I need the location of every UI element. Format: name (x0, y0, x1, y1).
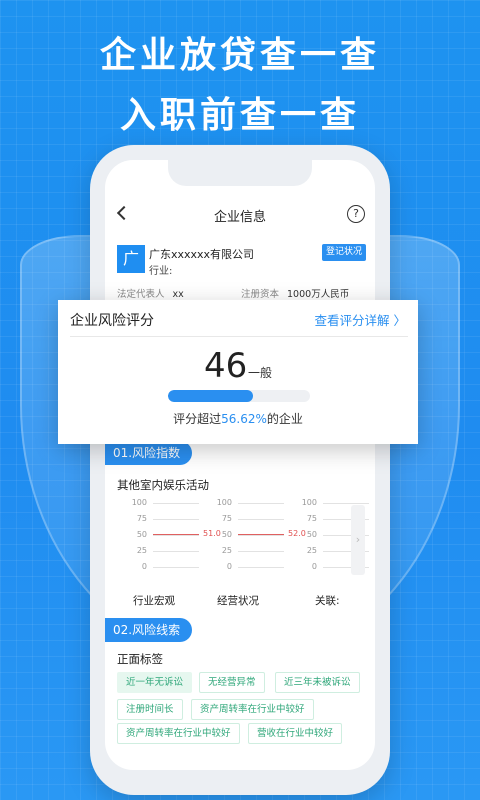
axis-tick-label: 0 (141, 562, 147, 571)
axis-tick-label: 100 (131, 498, 147, 507)
risk-card-title: 企业风险评分 (70, 313, 154, 329)
industry-label: 行业: (149, 266, 173, 277)
gridline (153, 567, 199, 568)
capital-value: 1000万人民币 (287, 289, 350, 300)
mini-chart: 100 75 50 25 0 52.0 (210, 497, 306, 587)
gridline (238, 567, 284, 568)
axis-tick-label: 50 (306, 530, 317, 539)
phone-screen: 企业信息 ? 广 广东xxxxxx有限公司 行业: 登记状况 法定代表人 xx 注… (105, 160, 375, 770)
score-details-link[interactable]: 查看评分详解 〉 (315, 310, 406, 329)
gridline (238, 519, 284, 520)
gridline (153, 503, 199, 504)
risk-index-section-tag: 01.风险指数 (105, 441, 193, 465)
nav-bar: 企业信息 ? (105, 200, 375, 230)
legal-rep-value: xx (172, 289, 184, 300)
positive-tags-subtitle: 正面标签 (117, 652, 163, 666)
axis-tick-label: 100 (301, 498, 317, 507)
risk-score-card: 企业风险评分 查看评分详解 〉 46 一般 评分超过56.62%的企业 (58, 300, 418, 444)
positive-tag-chip[interactable]: 营收在行业中较好 (248, 723, 343, 744)
desc-prefix: 评分超过 (173, 412, 222, 426)
risk-score: 46 (204, 346, 248, 386)
score-progress-bar (168, 390, 310, 402)
registration-status-button[interactable]: 登记状况 (322, 244, 366, 261)
value-line (238, 533, 284, 535)
risk-index-subtitle: 其他室内娱乐活动 (117, 478, 209, 492)
headline-line2: 入职前查一查 (119, 95, 360, 136)
desc-suffix: 的企业 (266, 412, 303, 426)
legal-representative: 法定代表人 xx (117, 286, 184, 300)
positive-tag-chip[interactable]: 近三年未被诉讼 (275, 672, 360, 693)
legal-rep-label: 法定代表人 (117, 289, 165, 300)
chart-label: 经营状况 (217, 595, 259, 607)
risk-level: 一般 (248, 366, 273, 380)
desc-percentage: 56.62% (221, 412, 267, 426)
positive-tag-chip[interactable]: 资产周转率在行业中较好 (191, 699, 314, 720)
chevron-right-icon[interactable]: › (351, 505, 365, 575)
gridline (238, 503, 284, 504)
headline-line1: 企业放贷查一查 (99, 35, 380, 76)
divider (70, 336, 408, 337)
axis-tick-label: 25 (306, 546, 317, 555)
axis-tick-label: 50 (221, 530, 232, 539)
gridline (238, 535, 284, 536)
chart-label: 行业宏观 (133, 595, 175, 607)
mini-chart: 100 75 50 25 0 51.0 (125, 497, 221, 587)
axis-tick-label: 25 (136, 546, 147, 555)
axis-tick-label: 0 (311, 562, 317, 571)
axis-tick-label: 0 (226, 562, 232, 571)
axis-tick-label: 75 (306, 514, 317, 523)
registered-capital: 注册资本 1000万人民币 (241, 286, 349, 300)
gridline (238, 551, 284, 552)
chart-label: 关联: (315, 595, 340, 607)
company-name: 广东xxxxxx有限公司 (149, 248, 255, 261)
axis-tick-label: 100 (216, 498, 232, 507)
gridline (153, 519, 199, 520)
axis-tick-label: 75 (136, 514, 147, 523)
value-line (153, 534, 199, 536)
capital-label: 注册资本 (241, 289, 280, 300)
positive-tag-chip[interactable]: 无经营异常 (199, 672, 265, 693)
phone-notch (168, 160, 312, 186)
gridline (323, 503, 369, 504)
axis-tick-label: 50 (136, 530, 147, 539)
positive-tag-chip[interactable]: 近一年无诉讼 (117, 672, 193, 693)
gridline (153, 551, 199, 552)
company-logo: 广 (117, 245, 145, 273)
score-progress-fill (168, 390, 254, 402)
nav-title: 企业信息 (213, 210, 266, 225)
positive-tag-chip[interactable]: 资产周转率在行业中较好 (117, 723, 240, 744)
axis-tick-label: 25 (221, 546, 232, 555)
help-icon[interactable]: ? (347, 205, 365, 223)
score-description: 评分超过56.62%的企业 (58, 410, 418, 427)
risk-clues-section-tag: 02.风险线索 (105, 618, 193, 642)
positive-tag-chip[interactable]: 注册时间长 (117, 699, 183, 720)
axis-tick-label: 75 (221, 514, 232, 523)
